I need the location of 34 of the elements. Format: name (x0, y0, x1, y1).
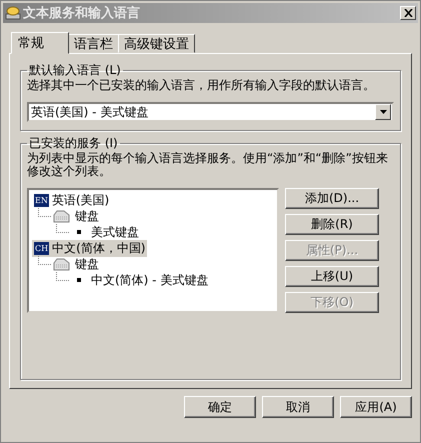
action-button[interactable]: 上移(U) (285, 266, 379, 287)
close-button[interactable] (400, 6, 416, 20)
action-button[interactable]: 添加(D)... (285, 188, 379, 209)
group-label: 已安装的服务 (I) (28, 135, 119, 152)
close-icon (404, 9, 412, 17)
language-badge: EN (34, 194, 49, 206)
tab[interactable]: 常规 (11, 32, 69, 54)
tree-item[interactable]: 中文(简体) - 美式键盘 (89, 272, 210, 288)
language-badge: CH (34, 242, 50, 254)
tree-line (56, 224, 69, 232)
tab[interactable]: 语言栏 (68, 34, 119, 53)
group-label: 默认输入语言 (L) (28, 62, 122, 79)
bullet-icon (77, 230, 81, 234)
dialog-button[interactable]: 取消 (262, 396, 334, 418)
keyboard-icon (53, 258, 71, 270)
description: 为列表中显示的每个输入语言选择服务。使用“添加”和“删除”按钮来修改这个列表。 (27, 152, 389, 178)
window-title: 文本服务和输入语言 (23, 4, 141, 22)
bullet-icon (77, 278, 81, 282)
app-icon (5, 5, 21, 21)
tree-item[interactable]: 键盘 (73, 256, 101, 272)
dialog-button[interactable]: 确定 (184, 396, 256, 418)
tree-item[interactable]: CH 中文(简体，中国) (32, 240, 148, 256)
tree-item[interactable]: EN 英语(美国) (32, 192, 112, 208)
language-dropdown[interactable]: 英语(美国) - 美式键盘 (27, 102, 394, 122)
tree-line (56, 272, 69, 280)
tree-line (38, 256, 51, 264)
tree-item[interactable]: 键盘 (73, 208, 101, 224)
action-button[interactable]: 删除(R) (285, 214, 379, 235)
keyboard-icon (53, 210, 71, 222)
tab[interactable]: 高级键设置 (118, 34, 195, 53)
description: 选择其中一个已安装的输入语言，用作所有输入字段的默认语言。 (27, 79, 376, 92)
dialog-button[interactable]: 应用(A) (340, 396, 412, 418)
tree-line (38, 208, 51, 216)
tree-item[interactable]: 美式键盘 (89, 224, 141, 240)
